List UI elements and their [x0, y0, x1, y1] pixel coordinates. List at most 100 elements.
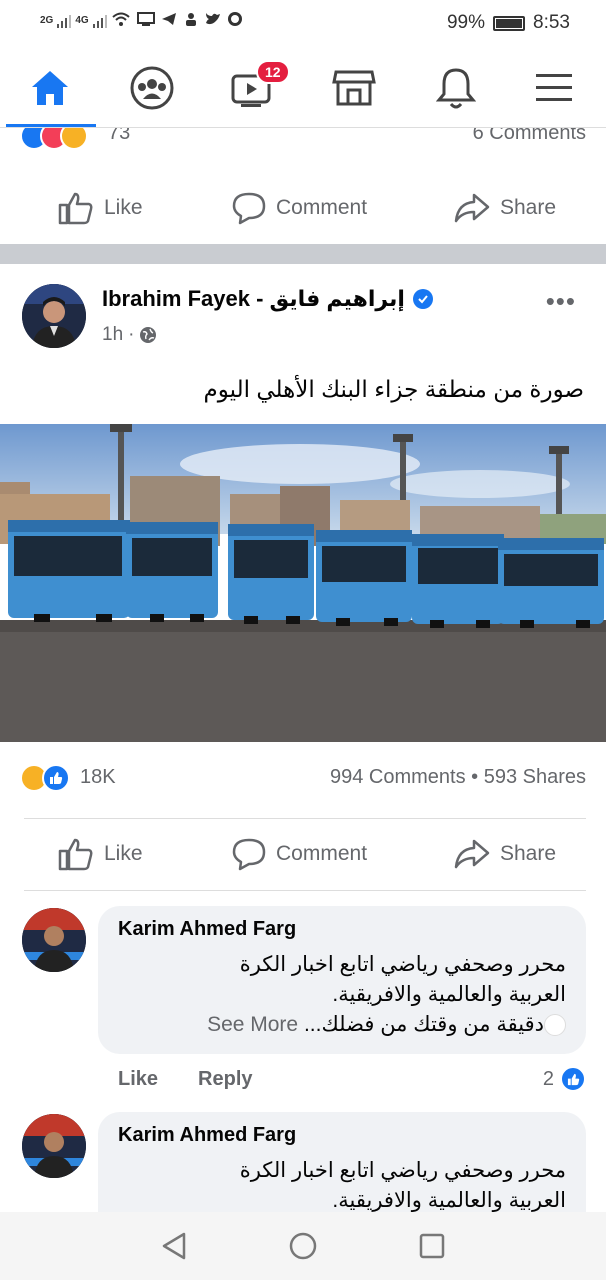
home-circle-icon[interactable] — [288, 1231, 318, 1261]
recents-icon[interactable] — [418, 1232, 446, 1260]
post-stats: 18K 994 Comments • 593 Shares — [0, 764, 606, 794]
active-tab-indicator — [6, 124, 96, 127]
comment-bubble[interactable]: Karim Ahmed Farg محرر وصحفي رياضي اتابع … — [98, 1112, 586, 1212]
back-icon[interactable] — [160, 1231, 188, 1261]
nav-groups[interactable] — [122, 60, 182, 116]
comment-text: محرر وصحفي رياضي اتابع اخبار الكرة العرب… — [126, 1156, 566, 1212]
like-label: Like — [104, 196, 143, 219]
like-label: Like — [104, 842, 143, 865]
nav-home[interactable] — [20, 60, 80, 116]
comment: Karim Ahmed Farg محرر وصحفي رياضي اتابع … — [0, 1110, 606, 1212]
post-author[interactable]: Ibrahim Fayek - إبراهيم فايق — [102, 286, 433, 312]
comments-shares-count[interactable]: 994 Comments • 593 Shares — [330, 766, 586, 789]
commenter-avatar[interactable] — [22, 1114, 86, 1178]
reaction-icons[interactable] — [20, 764, 70, 792]
author-name[interactable]: Ibrahim Fayek - إبراهيم فايق — [102, 286, 405, 312]
comment-line: محرر وصحفي رياضي اتابع اخبار الكرة — [239, 1159, 566, 1182]
comment-icon — [232, 192, 266, 225]
status-right: 99% 8:53 — [447, 12, 570, 34]
bell-icon — [436, 68, 476, 109]
share-label: Share — [500, 196, 557, 219]
like-button[interactable]: Like — [58, 191, 143, 225]
battery-icon — [493, 15, 526, 31]
see-more-link[interactable]: See More — [207, 1013, 298, 1036]
nav-menu[interactable] — [524, 60, 584, 116]
comment-line: العربية والعالمية والافريقية. — [332, 983, 566, 1006]
comment-reply-button[interactable]: Reply — [198, 1068, 252, 1091]
comment-text: محرر وصحفي رياضي اتابع اخبار الكرة العرب… — [126, 950, 566, 1040]
author-avatar[interactable] — [22, 284, 86, 348]
comment-line: محرر وصحفي رياضي اتابع اخبار الكرة — [239, 953, 566, 976]
reaction-count[interactable]: 18K — [80, 766, 116, 789]
clock: 8:53 — [533, 12, 570, 33]
watch-badge: 12 — [256, 60, 290, 84]
nav-marketplace[interactable] — [324, 60, 384, 116]
reaction-count[interactable]: 73 — [108, 128, 130, 145]
post-separator — [0, 244, 606, 264]
comment-button[interactable]: Comment — [232, 837, 367, 871]
shop-icon — [332, 70, 376, 106]
status-bar: 2G 4G 99% 8:53 — [0, 0, 606, 48]
post-photo[interactable] — [0, 424, 606, 742]
comment-actions: Like Reply — [118, 1068, 253, 1091]
news-feed[interactable]: 73 6 Comments Like Comment Share Ibrahim… — [0, 128, 606, 1212]
thumbs-up-icon — [58, 192, 93, 225]
post-actions: Like Comment Share — [0, 818, 606, 890]
post-meta: 1h · — [102, 324, 157, 346]
verified-badge-icon — [412, 289, 433, 309]
nav-watch[interactable]: 12 — [222, 60, 290, 116]
comment-label: Comment — [276, 842, 368, 865]
share-button[interactable]: Share — [454, 192, 556, 224]
comment: Karim Ahmed Farg محرر وصحفي رياضي اتابع … — [0, 904, 606, 1094]
status-left: 2G 4G — [40, 11, 243, 30]
haha-reaction-icon — [60, 128, 88, 150]
telegram-icon — [161, 12, 177, 29]
divider — [24, 890, 586, 891]
screen-icon — [136, 12, 155, 29]
nav-notifications[interactable] — [426, 60, 486, 116]
smile-emoji-icon — [544, 1014, 566, 1037]
comment-bubble[interactable]: Karim Ahmed Farg محرر وصحفي رياضي اتابع … — [98, 906, 586, 1054]
comment-icon — [232, 838, 266, 871]
like-reaction-icon — [42, 764, 70, 792]
more-options-icon[interactable]: ••• — [546, 286, 576, 317]
comment-like-button[interactable]: Like — [118, 1068, 158, 1091]
commenter-avatar[interactable] — [22, 908, 86, 972]
battery-percent: 99% — [446, 12, 486, 33]
share-icon — [454, 193, 490, 223]
home-icon — [32, 71, 68, 105]
reaction-icons — [20, 128, 88, 150]
share-button[interactable]: Share — [454, 838, 556, 870]
groups-icon — [130, 66, 174, 110]
signal-icon — [92, 14, 107, 28]
thumbs-up-icon — [58, 838, 93, 871]
top-navigation: 12 — [0, 48, 606, 128]
signal-icon — [57, 14, 72, 28]
comment-likes[interactable]: 2 — [543, 1066, 586, 1092]
comment-button[interactable]: Comment — [232, 191, 367, 225]
network-2g-label: 2G — [40, 15, 54, 26]
whatsapp-icon — [227, 11, 243, 30]
twitter-icon — [205, 12, 221, 29]
like-button[interactable]: Like — [58, 837, 143, 871]
comment-line: دقيقة من وقتك من فضلك... — [303, 1013, 544, 1036]
commenter-name[interactable]: Karim Ahmed Farg — [118, 918, 296, 941]
post-actions: Like Comment Share — [0, 172, 606, 244]
share-icon — [454, 839, 490, 869]
network-4g-label: 4G — [75, 15, 89, 26]
like-reaction-icon — [560, 1066, 586, 1092]
wifi-icon — [111, 11, 131, 30]
previous-post-stats: 73 6 Comments — [0, 128, 606, 150]
post-time[interactable]: 1h — [102, 324, 123, 346]
person-add-icon — [183, 11, 199, 30]
comment-like-count: 2 — [542, 1067, 554, 1090]
post-text: صورة من منطقة جزاء البنك الأهلي اليوم — [203, 376, 585, 402]
comment-label: Comment — [276, 196, 368, 219]
commenter-name[interactable]: Karim Ahmed Farg — [118, 1124, 296, 1147]
comment-count[interactable]: 6 Comments — [473, 128, 586, 145]
globe-icon — [140, 327, 157, 343]
share-label: Share — [500, 842, 557, 865]
comment-line-last: دقيقة من وقتك من فضلك... See More — [126, 1010, 566, 1040]
menu-icon — [536, 74, 572, 101]
system-navigation-bar — [0, 1212, 606, 1280]
